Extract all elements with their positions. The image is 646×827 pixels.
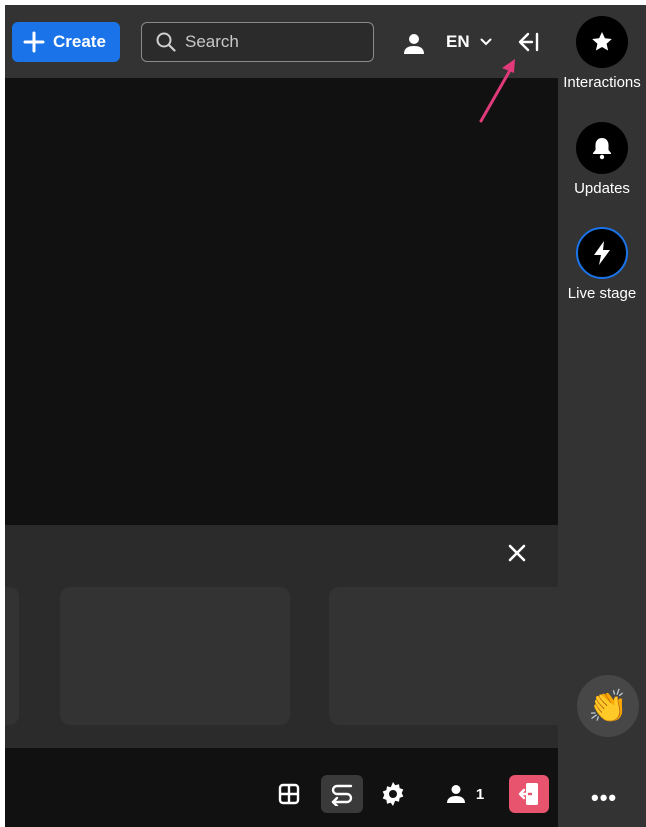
side-item-interactions[interactable]: Interactions — [558, 16, 646, 91]
grid-icon — [278, 783, 300, 805]
app-window: Create EN — [5, 5, 646, 827]
participants-button[interactable]: 1 — [435, 775, 495, 813]
side-item-icon-wrap — [576, 227, 628, 279]
grid-view-button[interactable] — [273, 775, 305, 813]
create-button[interactable]: Create — [12, 22, 120, 62]
search-input[interactable] — [185, 32, 365, 52]
person-icon — [446, 785, 465, 803]
search-field[interactable] — [141, 22, 374, 62]
side-item-label: Live stage — [567, 285, 637, 302]
collapse-panel-icon[interactable] — [515, 31, 541, 53]
search-icon — [156, 32, 176, 52]
settings-button[interactable] — [377, 775, 409, 813]
chevron-down-icon — [480, 38, 492, 46]
leave-button[interactable] — [509, 775, 549, 813]
participant-tile[interactable] — [60, 587, 290, 725]
bell-icon — [593, 138, 611, 160]
side-item-updates[interactable]: Updates — [558, 122, 646, 197]
lightning-icon — [594, 241, 610, 265]
side-item-icon-wrap — [576, 122, 628, 174]
exit-icon — [518, 783, 538, 805]
side-item-icon-wrap — [576, 16, 628, 68]
clap-reaction-button[interactable]: 👏 — [577, 675, 639, 737]
user-icon[interactable] — [403, 33, 425, 55]
side-item-label: Interactions — [563, 74, 641, 91]
participant-tile[interactable] — [5, 587, 19, 725]
clap-icon: 👏 — [588, 688, 628, 724]
side-item-label: Updates — [574, 180, 630, 197]
close-icon[interactable] — [507, 543, 527, 563]
create-label: Create — [53, 32, 106, 51]
switch-layout-button[interactable] — [321, 775, 363, 813]
switch-icon — [331, 784, 353, 806]
plus-icon — [23, 31, 45, 53]
main-area: Create EN — [5, 5, 569, 827]
language-selector[interactable]: EN — [446, 32, 492, 52]
participant-count: 1 — [475, 785, 485, 803]
language-label: EN — [446, 32, 470, 51]
side-item-live-stage[interactable]: Live stage — [558, 227, 646, 302]
annotation-arrow-icon — [479, 59, 515, 123]
more-options-button[interactable]: ••• — [591, 785, 617, 811]
video-stage — [5, 78, 558, 525]
participant-tile[interactable] — [329, 587, 569, 725]
star-icon — [592, 32, 612, 51]
gear-icon — [382, 782, 404, 806]
